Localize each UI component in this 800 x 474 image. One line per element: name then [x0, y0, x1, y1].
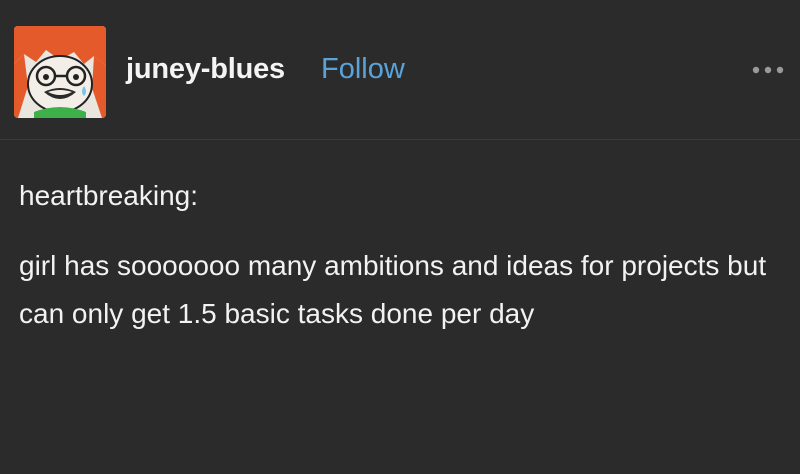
post-body: heartbreaking: girl has sooooooo many am…	[19, 172, 779, 338]
post-body-text: girl has sooooooo many ambitions and ide…	[19, 250, 767, 329]
follow-button[interactable]: Follow	[321, 53, 405, 86]
username-link[interactable]: juney-blues	[126, 53, 285, 86]
more-options-button[interactable]	[750, 62, 786, 78]
post-card: juney-blues Follow heartbreaking: girl h…	[0, 0, 800, 474]
more-horizontal-icon	[752, 66, 784, 74]
post-heading-text: heartbreaking:	[19, 180, 199, 211]
post-header: juney-blues Follow	[0, 0, 800, 140]
avatar[interactable]	[14, 26, 106, 118]
avatar-image-icon	[14, 26, 106, 118]
